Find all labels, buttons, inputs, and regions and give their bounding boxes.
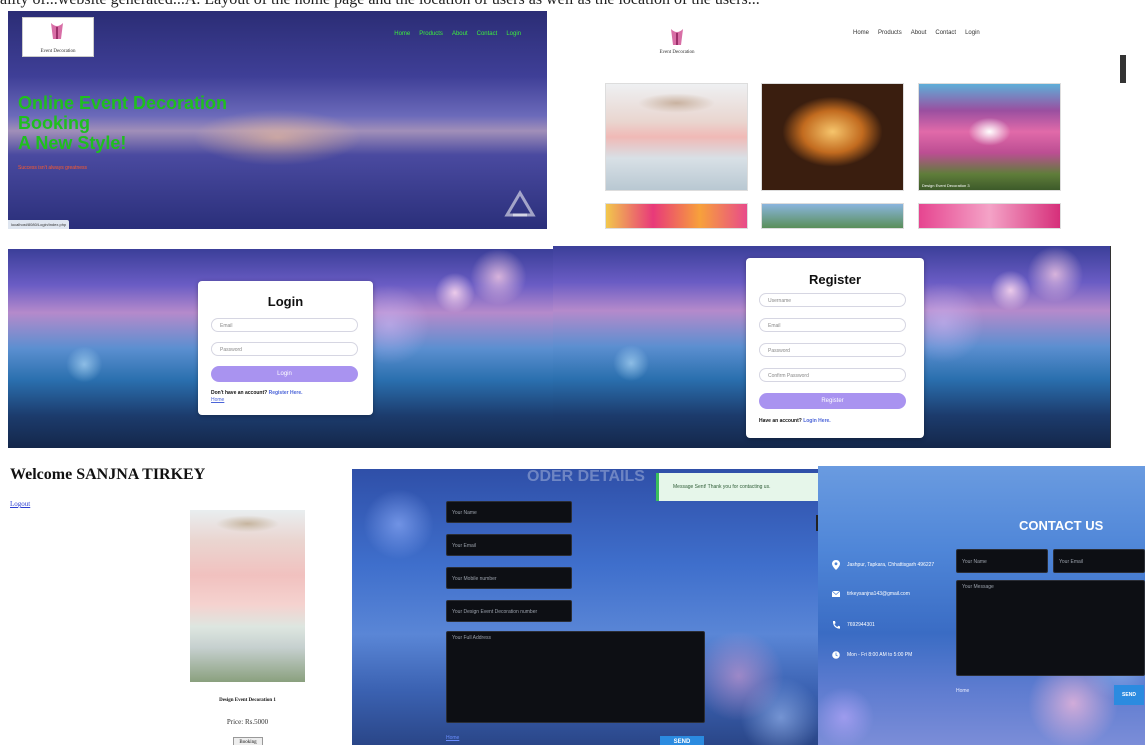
register-title: Register — [808, 272, 862, 287]
register-card: Register Username Email Password Confirm… — [746, 258, 924, 438]
login-title: Login — [267, 294, 304, 309]
nav-login[interactable]: Login — [965, 30, 980, 36]
email-field[interactable]: Email — [759, 318, 906, 332]
name-input[interactable]: Your Name — [956, 549, 1048, 573]
login-button[interactable]: Login — [211, 366, 358, 382]
home-link[interactable]: Home — [211, 397, 224, 403]
clock-icon — [832, 650, 840, 660]
main-nav: Home Products About Contact Login — [394, 31, 521, 37]
product-card[interactable] — [918, 203, 1061, 229]
product-card[interactable] — [605, 83, 748, 191]
main-nav: Home Products About Contact Login — [853, 30, 980, 36]
product-card[interactable] — [761, 203, 904, 229]
hours-text: Mon - Fri 8:00 AM to 5:00 PM — [847, 652, 913, 658]
product-card[interactable] — [761, 83, 904, 191]
register-button[interactable]: Register — [759, 393, 906, 409]
email-input[interactable]: Your Email — [446, 534, 572, 556]
hero-headline-line: A New Style! — [18, 133, 127, 153]
logo-text: Event Decoration — [659, 50, 695, 55]
contact-screenshot: CONTACT US Jashpur, Tapkara, Chhattisgar… — [818, 466, 1145, 745]
logout-link[interactable]: Logout — [10, 500, 30, 508]
nav-about[interactable]: About — [452, 31, 468, 37]
figure-caption: ality of...website generated...A. Layout… — [0, 0, 1145, 9]
product-caption: Design Event Decoration 3 — [922, 183, 970, 188]
register-prompt: Don't have an account? Register Here. — [211, 390, 303, 396]
login-card: Login Email Password Login Don't have an… — [198, 281, 373, 415]
contact-address: Jashpur, Tapkara, Chhattisgarh 496227 — [832, 560, 934, 570]
phone-text: 7692944301 — [847, 622, 875, 628]
nav-contact[interactable]: Contact — [477, 31, 498, 37]
product-image — [190, 510, 305, 682]
product-card[interactable]: Design Event Decoration 3 — [918, 83, 1061, 191]
site-logo[interactable]: Event Decoration — [655, 27, 699, 57]
confirm-password-field[interactable]: Confirm Password — [759, 368, 906, 382]
success-toast: Message Sent! Thank you for contacting u… — [656, 473, 818, 501]
booking-button[interactable]: Booking — [233, 737, 263, 745]
send-button[interactable]: SEND — [1114, 685, 1144, 705]
email-text: tirkeysanjna143@gmail.com — [847, 591, 910, 597]
mobile-input[interactable]: Your Mobile number — [446, 567, 572, 589]
nav-login[interactable]: Login — [506, 31, 521, 37]
contact-hours: Mon - Fri 8:00 AM to 5:00 PM — [832, 650, 912, 660]
send-button[interactable]: SEND — [660, 736, 704, 745]
order-title: ODER DETAILS — [527, 469, 645, 485]
address-text: Jashpur, Tapkara, Chhattisgarh 496227 — [847, 562, 935, 568]
product-card[interactable] — [605, 203, 748, 229]
logo-text: Event Decoration — [40, 49, 76, 54]
password-field[interactable]: Password — [759, 343, 906, 357]
product-price: Price: Rs.5000 — [226, 718, 269, 726]
phone-icon — [832, 620, 840, 630]
nav-products[interactable]: Products — [419, 31, 443, 37]
contact-email: tirkeysanjna143@gmail.com — [831, 589, 910, 599]
browser-status-url: localhost/8080/Login/index.php — [8, 220, 70, 229]
scroll-up-icon[interactable] — [503, 189, 537, 219]
nav-products[interactable]: Products — [878, 30, 902, 36]
register-link[interactable]: Register Here. — [269, 390, 303, 396]
hero-tagline: Success isn't always greatness — [18, 165, 88, 171]
username-field[interactable]: Username — [759, 293, 906, 307]
hero-headline-line: Online Event Decoration — [18, 93, 228, 113]
password-field[interactable]: Password — [211, 342, 358, 356]
welcome-heading: Welcome SANJNA TIRKEY — [10, 466, 206, 483]
login-prompt-text: Have an account? — [759, 418, 802, 424]
nav-about[interactable]: About — [911, 30, 927, 36]
name-input[interactable]: Your Name — [446, 501, 572, 523]
location-pin-icon — [832, 560, 840, 570]
site-logo[interactable]: Event Decoration — [22, 17, 94, 57]
login-link[interactable]: Login Here. — [803, 418, 831, 424]
address-textarea[interactable]: Your Full Address — [446, 631, 705, 723]
nav-home[interactable]: Home — [853, 30, 869, 36]
booking-screenshot: Welcome SANJNA TIRKEY Logout Design Even… — [0, 466, 350, 745]
login-prompt: Have an account? Login Here. — [759, 418, 831, 424]
contact-title: CONTACT US — [1019, 518, 1104, 533]
side-tab[interactable] — [1120, 55, 1126, 83]
design-number-input[interactable]: Your Design Event Decoration number — [446, 600, 572, 622]
frame-divider — [1110, 246, 1111, 448]
email-field[interactable]: Email — [211, 318, 358, 332]
decoration-logo-icon — [49, 21, 65, 41]
nav-home[interactable]: Home — [394, 31, 410, 37]
products-screenshot: Event Decoration Home Products About Con… — [553, 11, 1126, 229]
home-link[interactable]: Home — [446, 735, 459, 741]
nav-contact[interactable]: Contact — [935, 30, 956, 36]
envelope-icon — [831, 589, 841, 599]
register-prompt-text: Don't have an account? — [211, 390, 268, 396]
decoration-logo-icon — [669, 27, 685, 47]
hero-headline: Online Event Decoration Booking A New St… — [18, 93, 227, 153]
order-details-screenshot: ODER DETAILS Message Sent! Thank you for… — [352, 469, 818, 745]
home-screenshot: Event Decoration Home Products About Con… — [8, 11, 547, 229]
message-textarea[interactable]: Your Message — [956, 580, 1145, 676]
register-screenshot: Register Username Email Password Confirm… — [553, 246, 1111, 448]
product-name: Design Event Decoration 1 — [219, 698, 276, 703]
email-input[interactable]: Your Email — [1053, 549, 1145, 573]
login-screenshot: Login Email Password Login Don't have an… — [8, 249, 553, 448]
hero-headline-line: Booking — [18, 113, 90, 133]
home-link[interactable]: Home — [956, 688, 969, 694]
contact-phone: 7692944301 — [832, 620, 875, 630]
